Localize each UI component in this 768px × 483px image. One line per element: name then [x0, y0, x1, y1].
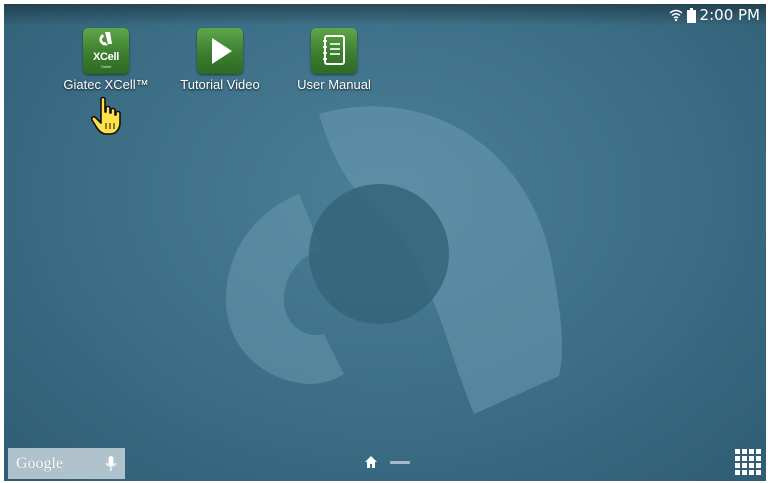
home-screen: 2:00 PM XCell Tablet Giatec XCell™ Tutor…: [4, 4, 766, 481]
app-label: User Manual: [297, 77, 371, 92]
xcell-tile-subtext: Tablet: [100, 64, 112, 69]
wifi-icon: [669, 8, 683, 22]
app-tutorial-video[interactable]: Tutorial Video: [165, 28, 275, 98]
xcell-app-icon: XCell Tablet: [83, 28, 129, 74]
status-bar: 2:00 PM: [4, 4, 766, 26]
battery-icon: [686, 7, 696, 23]
status-indicators: 2:00 PM: [669, 6, 760, 24]
google-search-bar[interactable]: Google: [8, 448, 125, 479]
xcell-tile-text: XCell: [92, 51, 119, 63]
play-icon: [197, 28, 243, 74]
mic-icon[interactable]: [105, 455, 117, 473]
apps-grid-icon[interactable]: [734, 448, 764, 478]
home-icon: [365, 456, 377, 468]
app-user-manual[interactable]: User Manual: [279, 28, 389, 98]
notebook-icon: [311, 28, 357, 74]
clock: 2:00 PM: [699, 6, 760, 24]
app-label: Tutorial Video: [180, 77, 260, 92]
hand-cursor-icon: [90, 96, 121, 135]
app-label: Giatec XCell™: [63, 77, 149, 92]
app-giatec-xcell[interactable]: XCell Tablet Giatec XCell™: [51, 28, 161, 98]
page-indicator: [364, 455, 414, 469]
page-dot[interactable]: [390, 461, 410, 464]
google-label: Google: [16, 455, 64, 472]
